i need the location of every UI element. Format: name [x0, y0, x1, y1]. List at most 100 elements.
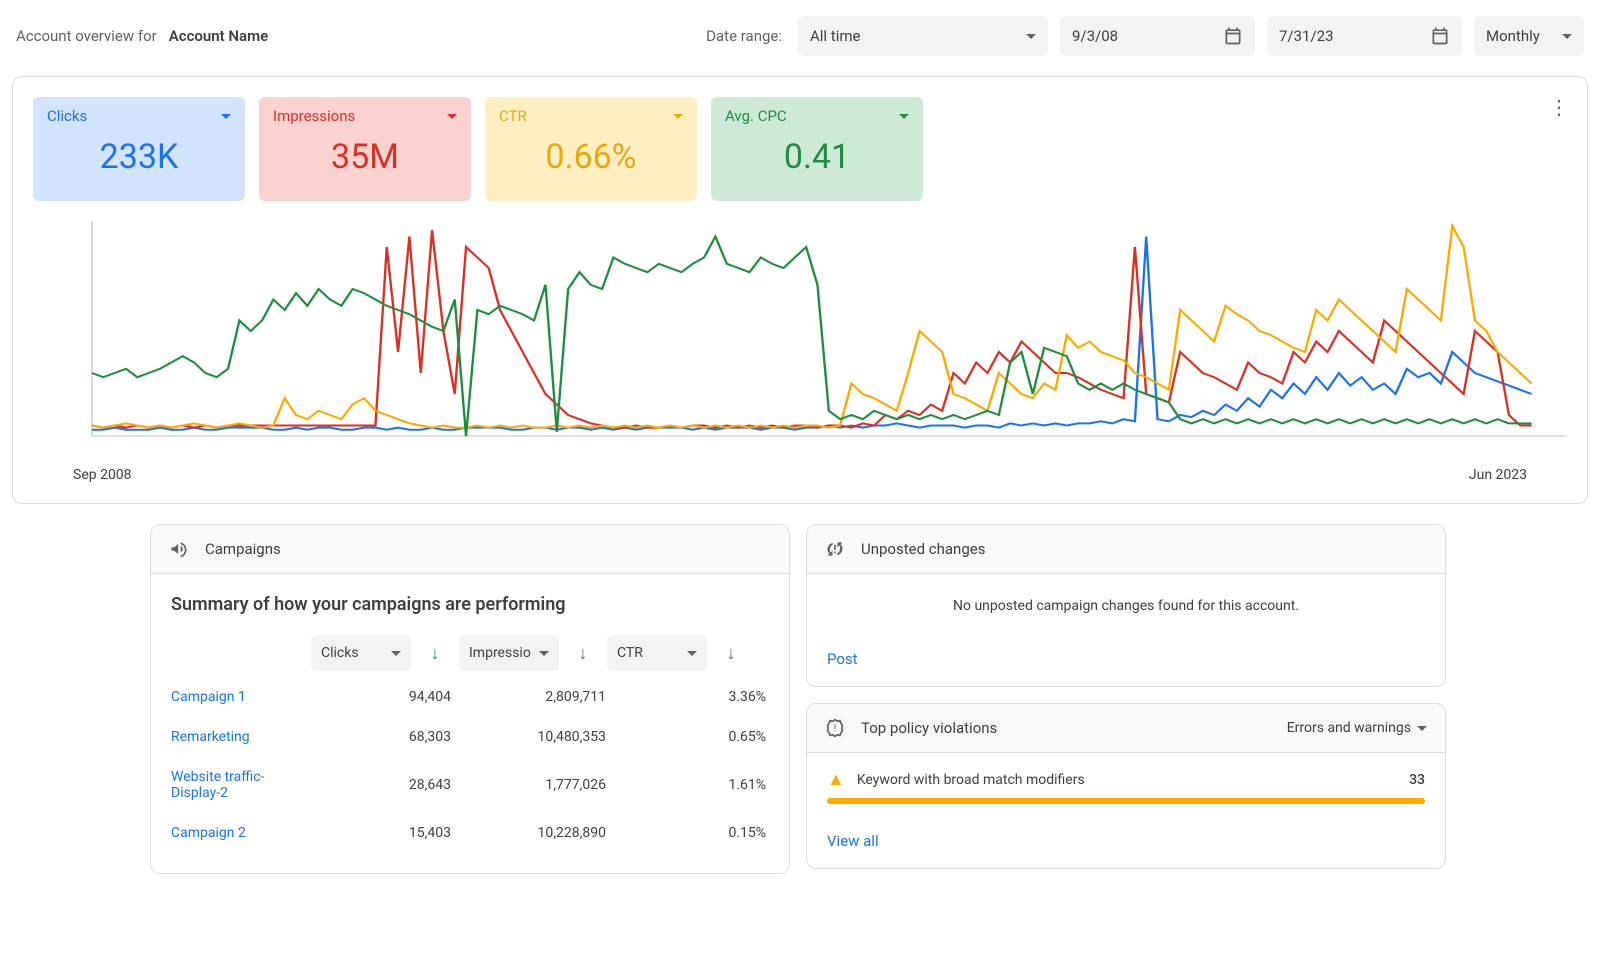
- date-range-value: All time: [810, 27, 860, 45]
- cell-impressions: 10,228,890: [451, 825, 606, 841]
- cell-impressions: 10,480,353: [451, 729, 606, 745]
- campaigns-table: Clicks ↓ Impressio ↓ CTR ↓ Campaign 194,…: [151, 629, 789, 873]
- metric-label: Clicks: [47, 107, 87, 125]
- line-chart-svg: [33, 221, 1567, 461]
- metric-impressions[interactable]: Impressions 35M: [259, 97, 471, 201]
- sync-problem-icon: [825, 539, 845, 559]
- metric-label: Impressions: [273, 107, 355, 125]
- account-name: Account Name: [169, 27, 268, 45]
- column-label: Clicks: [321, 645, 359, 661]
- unposted-panel: Unposted changes No unposted campaign ch…: [806, 524, 1446, 687]
- overview-chart: Sep 2008 Jun 2023: [33, 221, 1567, 483]
- chevron-down-icon: [1562, 34, 1572, 39]
- megaphone-icon: [169, 539, 189, 559]
- chevron-down-icon: [687, 651, 697, 656]
- svg-text:!: !: [834, 723, 837, 734]
- policy-row-text: Keyword with broad match modifiers: [857, 772, 1085, 788]
- calendar-icon: [1430, 26, 1450, 46]
- policy-row[interactable]: ▲ Keyword with broad match modifiers 33: [807, 753, 1445, 798]
- cell-impressions: 2,809,711: [451, 689, 606, 705]
- page-header: Account overview for Account Name Date r…: [0, 0, 1600, 64]
- cell-clicks: 68,303: [321, 729, 451, 745]
- table-row: Campaign 194,4042,809,7113.36%: [171, 677, 769, 717]
- table-row: Remarketing 68,30310,480,3530.65%: [171, 717, 769, 757]
- chevron-down-icon: [221, 114, 231, 119]
- cell-clicks: 28,643: [321, 777, 451, 793]
- unposted-title: Unposted changes: [861, 540, 985, 558]
- chevron-down-icon: [1417, 726, 1427, 731]
- metric-value: 233K: [47, 137, 231, 177]
- chevron-down-icon: [899, 114, 909, 119]
- sort-impressions-button[interactable]: ↓: [569, 635, 597, 671]
- column-clicks-select[interactable]: Clicks: [311, 635, 411, 671]
- end-date-value: 7/31/23: [1279, 27, 1334, 45]
- date-range-label: Date range:: [706, 27, 782, 45]
- chart-x-start: Sep 2008: [73, 467, 132, 483]
- chart-series-ctr: [92, 226, 1532, 428]
- calendar-icon: [1223, 26, 1243, 46]
- date-range-select[interactable]: All time: [798, 16, 1048, 56]
- campaigns-panel: Campaigns Summary of how your campaigns …: [150, 524, 790, 874]
- policy-icon: !: [825, 718, 845, 738]
- period-value: Monthly: [1486, 27, 1540, 45]
- start-date-input[interactable]: 9/3/08: [1060, 16, 1255, 56]
- metric-avg-cpc[interactable]: Avg. CPC 0.41: [711, 97, 923, 201]
- metric-label: CTR: [499, 107, 527, 125]
- cell-ctr: 1.61%: [606, 777, 766, 793]
- table-row: Campaign 215,40310,228,8900.15%: [171, 813, 769, 853]
- cell-clicks: 15,403: [321, 825, 451, 841]
- policy-panel: ! Top policy violations Errors and warni…: [806, 703, 1446, 869]
- post-button[interactable]: Post: [807, 638, 1445, 686]
- lower-row: Campaigns Summary of how your campaigns …: [0, 504, 1600, 874]
- metric-row: Clicks 233K Impressions 35M CTR 0.66% Av…: [33, 97, 1567, 201]
- chevron-down-icon: [1026, 34, 1036, 39]
- table-header: Clicks ↓ Impressio ↓ CTR ↓: [171, 629, 769, 677]
- metric-value: 0.66%: [499, 137, 683, 177]
- chart-x-end: Jun 2023: [1469, 467, 1527, 483]
- column-label: Impressio: [469, 645, 531, 661]
- policy-filter-select[interactable]: Errors and warnings: [1287, 720, 1427, 736]
- overview-label: Account overview for: [16, 27, 157, 45]
- warning-icon: ▲: [827, 769, 845, 790]
- policy-header: ! Top policy violations Errors and warni…: [807, 704, 1445, 753]
- unposted-header: Unposted changes: [807, 525, 1445, 574]
- chevron-down-icon: [447, 114, 457, 119]
- right-panels: Unposted changes No unposted campaign ch…: [806, 524, 1446, 874]
- campaign-link[interactable]: Website traffic-Display-2: [171, 769, 291, 801]
- campaigns-summary-title: Summary of how your campaigns are perfor…: [151, 574, 789, 629]
- metric-clicks[interactable]: Clicks 233K: [33, 97, 245, 201]
- policy-progress-bar: [827, 798, 1425, 804]
- metric-label: Avg. CPC: [725, 107, 787, 125]
- end-date-input[interactable]: 7/31/23: [1267, 16, 1462, 56]
- sort-clicks-button[interactable]: ↓: [421, 635, 449, 671]
- campaigns-header: Campaigns: [151, 525, 789, 574]
- column-label: CTR: [617, 645, 643, 661]
- column-ctr-select[interactable]: CTR: [607, 635, 707, 671]
- view-all-button[interactable]: View all: [807, 820, 1445, 868]
- cell-ctr: 3.36%: [606, 689, 766, 705]
- sort-ctr-button[interactable]: ↓: [717, 635, 745, 671]
- metric-ctr[interactable]: CTR 0.66%: [485, 97, 697, 201]
- more-menu-icon[interactable]: ⋮: [1549, 95, 1569, 119]
- campaign-link[interactable]: Campaign 2: [171, 825, 291, 841]
- column-impressions-select[interactable]: Impressio: [459, 635, 559, 671]
- chevron-down-icon: [391, 651, 401, 656]
- policy-row-count: 33: [1409, 772, 1425, 788]
- chevron-down-icon: [673, 114, 683, 119]
- arrow-down-icon: ↓: [727, 643, 736, 664]
- chevron-down-icon: [539, 651, 549, 656]
- table-row: Website traffic-Display-2 28,6431,777,026…: [171, 757, 769, 813]
- policy-title: Top policy violations: [861, 719, 997, 737]
- policy-filter-value: Errors and warnings: [1287, 720, 1411, 736]
- campaign-link[interactable]: Remarketing: [171, 729, 291, 745]
- period-select[interactable]: Monthly: [1474, 16, 1584, 56]
- cell-impressions: 1,777,026: [451, 777, 606, 793]
- metric-value: 0.41: [725, 137, 909, 177]
- chart-series-impressions: [92, 230, 1532, 427]
- campaign-link[interactable]: Campaign 1: [171, 689, 291, 705]
- start-date-value: 9/3/08: [1072, 27, 1118, 45]
- cell-ctr: 0.65%: [606, 729, 766, 745]
- arrow-down-icon: ↓: [431, 643, 440, 664]
- campaigns-title: Campaigns: [205, 540, 281, 558]
- unposted-message: No unposted campaign changes found for t…: [807, 574, 1445, 638]
